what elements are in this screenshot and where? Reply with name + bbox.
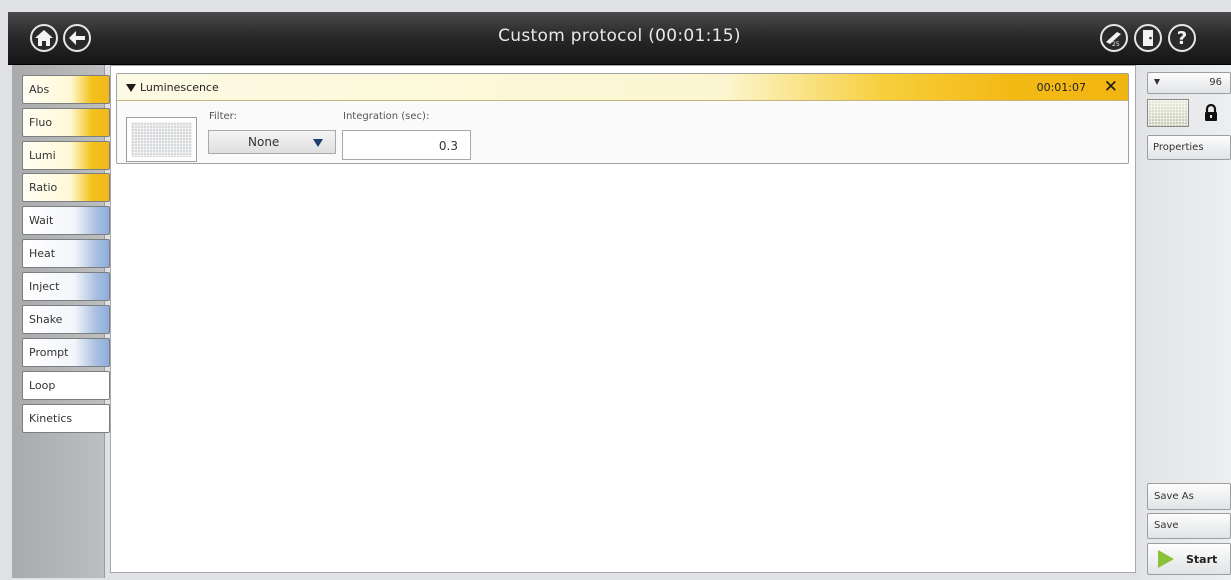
- palette-item-fluo[interactable]: Fluo: [22, 108, 110, 137]
- palette-item-label: Heat: [29, 247, 56, 260]
- instrument-icon-text: 25: [1112, 41, 1120, 48]
- step-palette: Abs Fluo Lumi Ratio Wait Heat Inject Sha…: [12, 65, 110, 578]
- palette-item-label: Shake: [29, 313, 63, 326]
- lock-icon[interactable]: [1202, 103, 1220, 123]
- step-header[interactable]: Luminescence 00:01:07 ✕: [117, 74, 1128, 101]
- collapse-triangle-icon[interactable]: [126, 84, 136, 92]
- step-name: Luminescence: [140, 81, 219, 94]
- window-title: Custom protocol (00:01:15): [498, 26, 741, 46]
- close-step-icon[interactable]: ✕: [1104, 77, 1118, 97]
- palette-item-label: Wait: [29, 214, 54, 227]
- filter-dropdown[interactable]: None: [208, 130, 336, 154]
- palette-item-lumi[interactable]: Lumi: [22, 141, 110, 170]
- instrument-icon[interactable]: 25: [1100, 24, 1128, 52]
- plate-thumbnail[interactable]: [126, 117, 197, 162]
- help-icon[interactable]: ?: [1168, 24, 1196, 52]
- exit-door-icon[interactable]: [1134, 24, 1162, 52]
- palette-item-label: Inject: [29, 280, 60, 293]
- save-as-button[interactable]: Save As: [1147, 483, 1231, 510]
- integration-input[interactable]: 0.3: [342, 130, 471, 160]
- properties-button[interactable]: Properties: [1147, 135, 1231, 160]
- plate-layout-thumbnail[interactable]: [1147, 99, 1189, 127]
- step-duration: 00:01:07: [1036, 81, 1086, 94]
- save-button[interactable]: Save: [1147, 513, 1231, 539]
- start-label: Start: [1186, 553, 1218, 566]
- plate-grid-icon: [1148, 100, 1188, 126]
- filter-label: Filter:: [209, 111, 237, 122]
- palette-item-inject[interactable]: Inject: [22, 272, 110, 301]
- start-button[interactable]: Start: [1147, 543, 1231, 575]
- plate-format-value: 96: [1209, 77, 1222, 88]
- right-panel: 96 Properties Save As Save Start: [1140, 65, 1231, 580]
- palette-item-label: Lumi: [29, 149, 56, 162]
- luminescence-step-card[interactable]: Luminescence 00:01:07 ✕ Filter: None Int…: [116, 73, 1129, 164]
- palette-item-label: Fluo: [29, 116, 53, 129]
- palette-item-label: Loop: [29, 379, 56, 392]
- plate-grid-icon: [131, 122, 192, 157]
- palette-item-shake[interactable]: Shake: [22, 305, 110, 334]
- palette-item-abs[interactable]: Abs: [22, 75, 110, 104]
- palette-item-ratio[interactable]: Ratio: [22, 173, 110, 202]
- dropdown-triangle-icon: [1154, 79, 1160, 85]
- play-icon: [1158, 550, 1174, 568]
- palette-item-label: Prompt: [29, 346, 69, 359]
- plate-format-selector[interactable]: 96: [1147, 72, 1231, 94]
- title-bar: Custom protocol (00:01:15) 25 ?: [8, 12, 1231, 65]
- palette-item-kinetics[interactable]: Kinetics: [22, 404, 110, 433]
- app-window: Custom protocol (00:01:15) 25 ? Abs Fluo…: [0, 0, 1231, 580]
- palette-item-label: Abs: [29, 83, 50, 96]
- palette-item-wait[interactable]: Wait: [22, 206, 110, 235]
- protocol-canvas[interactable]: Luminescence 00:01:07 ✕ Filter: None Int…: [110, 65, 1136, 573]
- palette-item-loop[interactable]: Loop: [22, 371, 110, 400]
- palette-item-prompt[interactable]: Prompt: [22, 338, 110, 367]
- palette-item-label: Ratio: [29, 181, 58, 194]
- dropdown-caret-icon: [313, 139, 323, 147]
- filter-value: None: [248, 135, 280, 149]
- integration-label: Integration (sec):: [343, 111, 430, 122]
- palette-item-heat[interactable]: Heat: [22, 239, 110, 268]
- svg-text:?: ?: [1177, 28, 1187, 48]
- palette-item-label: Kinetics: [29, 412, 73, 425]
